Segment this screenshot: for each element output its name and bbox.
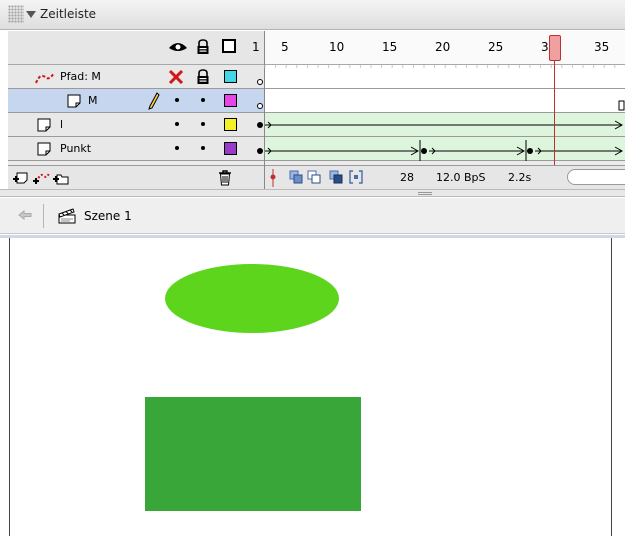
timeline-status-bar: 28 12.0 BpS 2.2s [265, 165, 625, 189]
lock-dot[interactable] [201, 98, 205, 102]
edit-multiple-frames-icon[interactable] [329, 170, 343, 184]
back-arrow-icon[interactable] [18, 210, 32, 220]
layer-name: Punkt [60, 142, 92, 155]
add-layer-icon[interactable] [12, 170, 30, 186]
panel-title: Zeitleiste [40, 7, 97, 21]
lock-icon[interactable] [196, 39, 210, 55]
frames-area[interactable]: 1 5 10 15 20 25 30 35 [252, 31, 625, 189]
edit-bar: Szene 1 [0, 198, 625, 234]
playhead[interactable] [549, 35, 561, 61]
tween-arrow [257, 120, 624, 130]
visibility-dot[interactable] [175, 98, 179, 102]
frame-row-graphics [257, 100, 625, 111]
layer-icon [37, 118, 51, 132]
onion-skin-icon[interactable] [289, 170, 303, 184]
layer-row-pfad-m[interactable]: Pfad: M [8, 65, 264, 89]
center-frame-icon[interactable] [269, 169, 277, 187]
ruler-mark: 20 [435, 40, 451, 54]
ruler-mark: 10 [329, 40, 345, 54]
layer-color-swatch[interactable] [224, 70, 237, 83]
layer-name: l [60, 118, 64, 131]
layer-lock-icon[interactable] [196, 69, 210, 85]
panel-splitter[interactable] [0, 189, 625, 197]
layer-name: Pfad: M [60, 70, 101, 83]
lock-dot[interactable] [201, 122, 205, 126]
panel-titlebar[interactable]: Zeitleiste [0, 0, 625, 30]
green-ellipse-shape[interactable] [165, 264, 339, 333]
ruler-mark: 5 [281, 40, 289, 54]
layer-color-swatch[interactable] [224, 118, 237, 131]
tween-arrows [257, 140, 624, 161]
layer-color-swatch[interactable] [224, 142, 237, 155]
frame-row-graphics [257, 65, 625, 85]
pencil-icon [148, 92, 160, 110]
layer-icon [37, 142, 51, 156]
eye-icon[interactable] [168, 41, 188, 53]
ruler-mark: 25 [488, 40, 504, 54]
frame-rate[interactable]: 12.0 BpS [436, 171, 486, 184]
timeline-horizontal-scrollbar[interactable] [567, 169, 625, 185]
timeline-panel: Pfad: M M l Punkt 1 5 10 15 20 25 35 28 … [8, 31, 625, 189]
frame-row-pfad-m[interactable] [257, 65, 625, 89]
visibility-dot[interactable] [175, 122, 179, 126]
frame-row-m[interactable] [257, 89, 625, 113]
layer-row-punkt[interactable]: Punkt [8, 137, 264, 161]
hidden-x-icon[interactable] [168, 70, 184, 84]
onion-markers-icon[interactable] [349, 170, 363, 184]
layer-color-swatch[interactable] [224, 94, 237, 107]
edit-bar-separator [43, 204, 44, 228]
add-guide-layer-icon[interactable] [32, 170, 50, 186]
visibility-dot[interactable] [175, 146, 179, 150]
stage-canvas[interactable] [9, 238, 612, 536]
layers-column: Pfad: M M l Punkt [8, 31, 264, 189]
layer-row-m[interactable]: M [8, 89, 264, 113]
frame-row-punkt[interactable] [257, 137, 625, 161]
ruler-mark: 1 [252, 40, 260, 54]
layers-header [8, 31, 264, 65]
outline-icon[interactable] [222, 39, 236, 53]
stage-area [0, 235, 625, 536]
trash-icon[interactable] [218, 170, 232, 186]
add-folder-icon[interactable] [52, 170, 70, 186]
layer-icon [67, 94, 81, 108]
layer-name: M [88, 94, 98, 107]
frame-row-l[interactable] [257, 113, 625, 137]
onion-outline-icon[interactable] [307, 170, 321, 184]
collapse-triangle-icon[interactable] [26, 11, 36, 18]
layer-toolbar [8, 165, 264, 189]
frame-ruler[interactable]: 1 5 10 15 20 25 30 35 [252, 31, 625, 65]
scene-name[interactable]: Szene 1 [84, 209, 132, 223]
panel-grip-icon[interactable] [8, 5, 24, 23]
guide-layer-icon [35, 72, 55, 84]
scene-clapper-icon [58, 208, 76, 224]
playhead-line [554, 61, 555, 165]
current-frame: 28 [400, 171, 414, 184]
lock-dot[interactable] [201, 146, 205, 150]
layer-row-l[interactable]: l [8, 113, 264, 137]
elapsed-time: 2.2s [508, 171, 532, 184]
ruler-mark: 35 [594, 40, 610, 54]
frame-cell-lines [264, 65, 625, 68]
ruler-mark: 15 [382, 40, 398, 54]
green-rectangle-shape[interactable] [145, 397, 361, 511]
splitter-grip-icon[interactable] [418, 192, 432, 195]
